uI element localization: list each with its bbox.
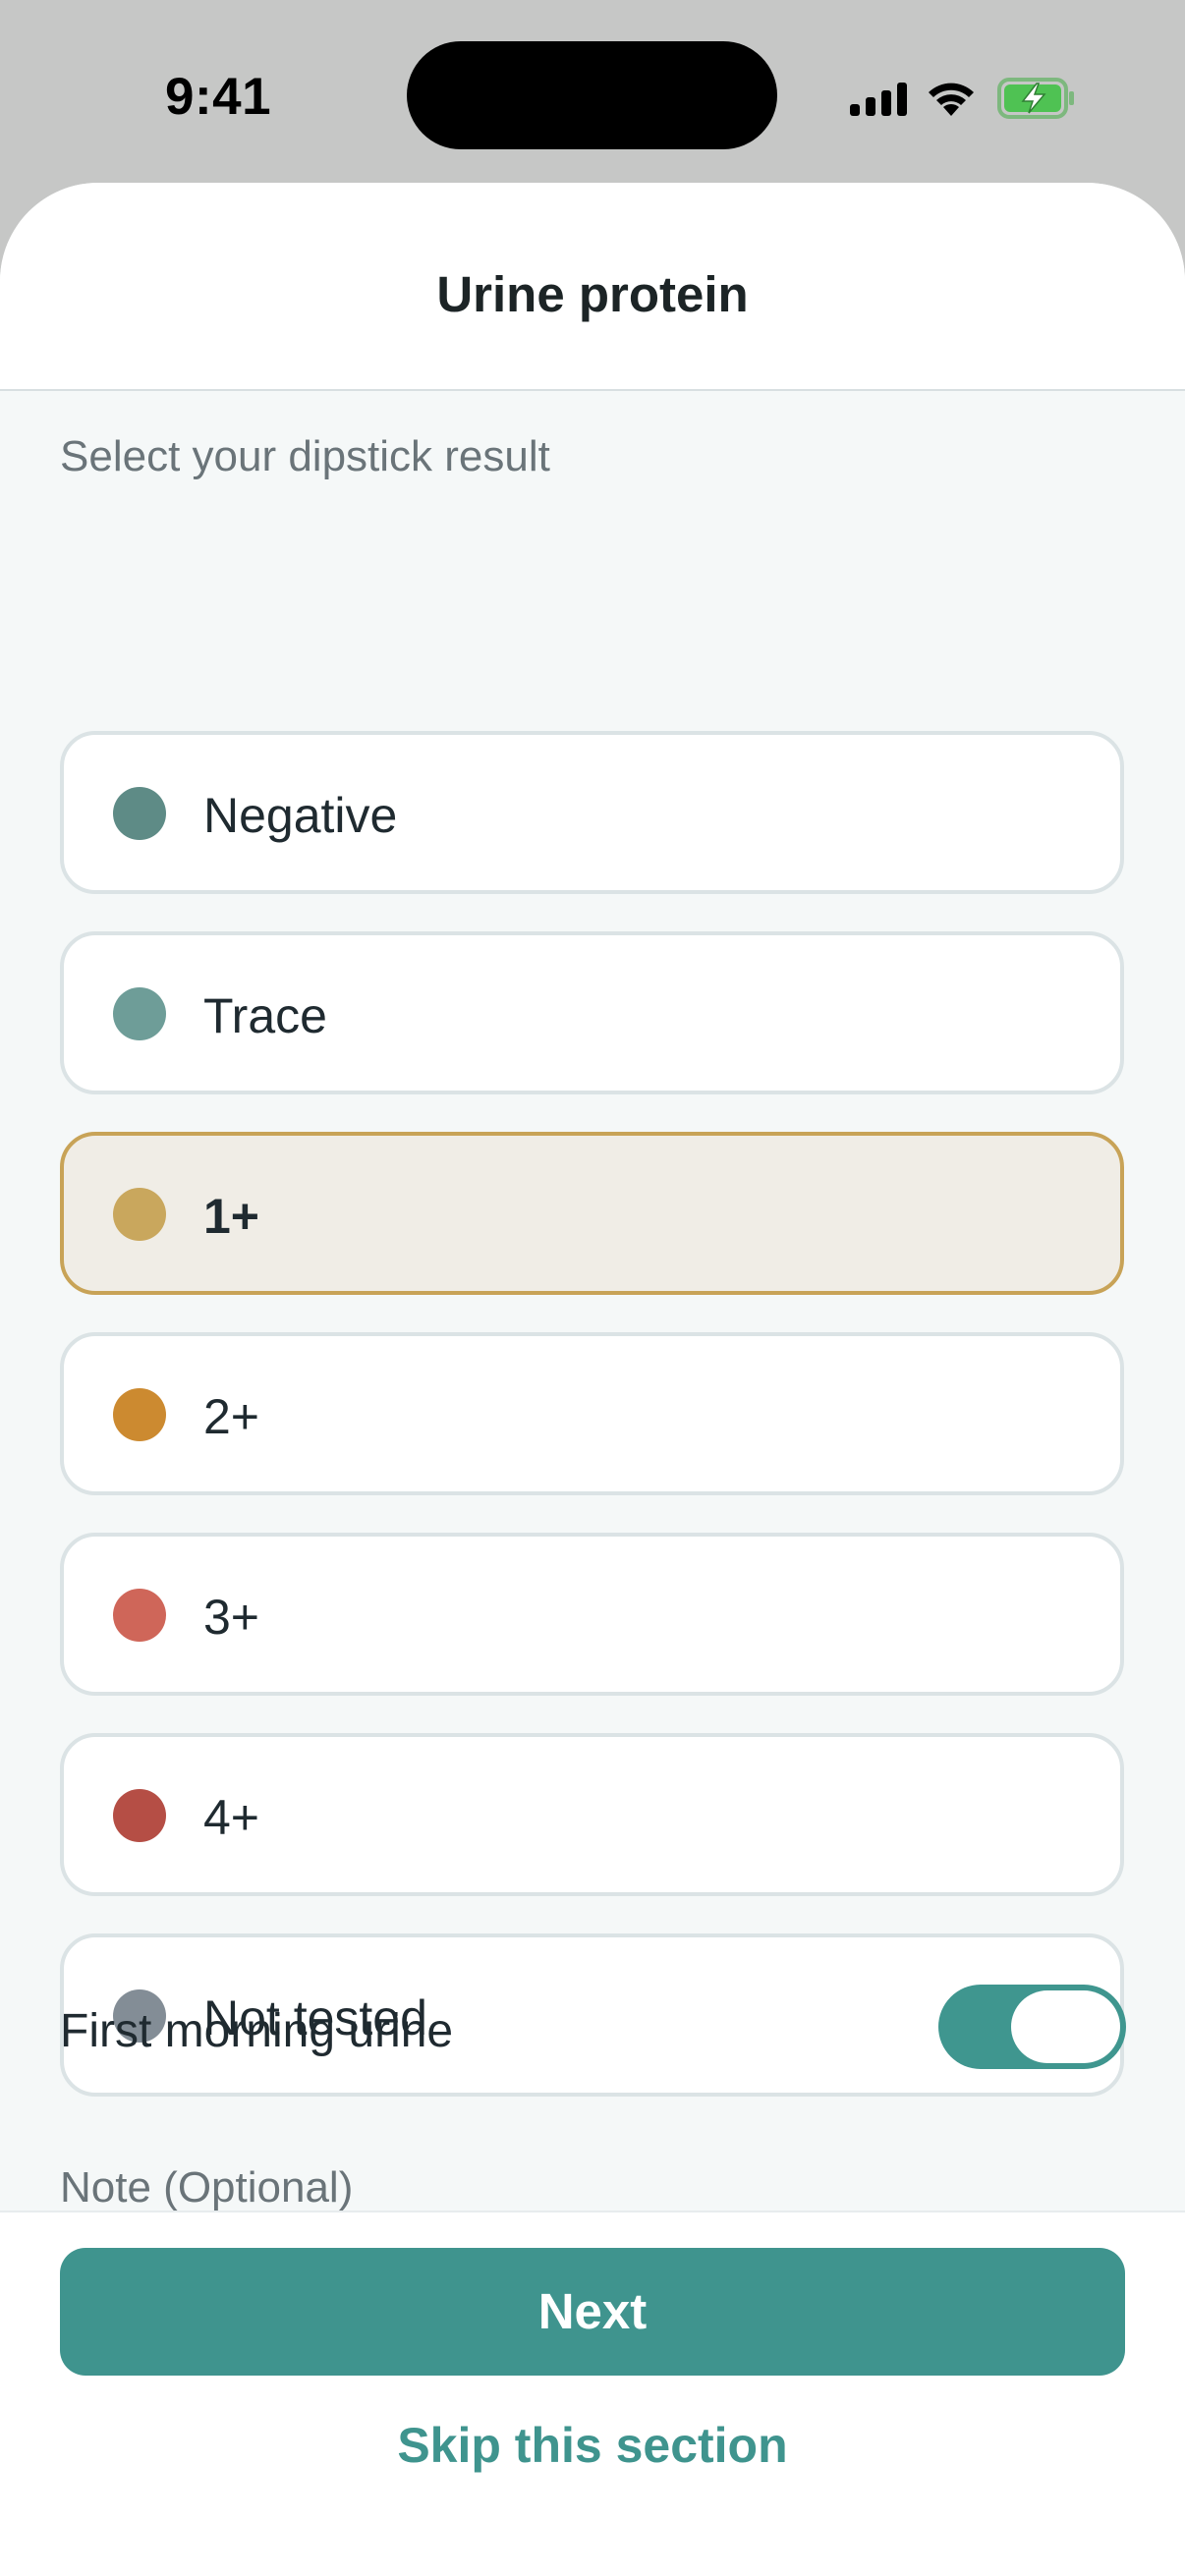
option-1-plus[interactable]: 1+ xyxy=(60,1132,1124,1295)
battery-charging-icon xyxy=(997,78,1074,119)
option-label: 1+ xyxy=(203,1189,260,1244)
wifi-icon xyxy=(929,83,974,116)
option-trace[interactable]: Trace xyxy=(60,931,1124,1094)
footer: Next Skip this section xyxy=(0,2211,1185,2576)
option-label: Trace xyxy=(203,988,327,1043)
color-dot-icon xyxy=(113,1188,166,1241)
option-label: 3+ xyxy=(203,1590,260,1645)
option-label: Negative xyxy=(203,788,398,843)
sheet-header: Urine protein xyxy=(0,183,1185,391)
status-icons xyxy=(845,71,1081,126)
option-label: 2+ xyxy=(203,1389,260,1444)
option-2-plus[interactable]: 2+ xyxy=(60,1332,1124,1495)
section-label: Select your dipstick result xyxy=(60,432,550,480)
skip-section-link[interactable]: Skip this section xyxy=(0,2417,1185,2474)
page-title: Urine protein xyxy=(436,266,749,322)
option-label: 4+ xyxy=(203,1790,260,1845)
toggle-knob xyxy=(1011,1990,1120,2063)
cellular-signal-icon xyxy=(850,83,907,116)
option-3-plus[interactable]: 3+ xyxy=(60,1533,1124,1696)
dynamic-island xyxy=(407,41,777,149)
color-dot-icon xyxy=(113,1388,166,1441)
note-label: Note (Optional) xyxy=(60,2163,354,2211)
option-4-plus[interactable]: 4+ xyxy=(60,1733,1124,1896)
content-scroll-area[interactable]: Select your dipstick result Negative Tra… xyxy=(0,391,1185,2211)
color-dot-icon xyxy=(113,1589,166,1642)
option-negative[interactable]: Negative xyxy=(60,731,1124,894)
color-dot-icon xyxy=(113,787,166,840)
status-bar: 9:41 xyxy=(0,0,1185,187)
status-time: 9:41 xyxy=(165,68,272,126)
first-morning-urine-label: First morning urine xyxy=(60,2005,454,2057)
color-dot-icon xyxy=(113,987,166,1040)
color-dot-icon xyxy=(113,1789,166,1842)
first-morning-urine-toggle[interactable] xyxy=(938,1985,1126,2069)
next-button[interactable]: Next xyxy=(60,2248,1125,2376)
bottom-sheet: Urine protein Select your dipstick resul… xyxy=(0,183,1185,2576)
